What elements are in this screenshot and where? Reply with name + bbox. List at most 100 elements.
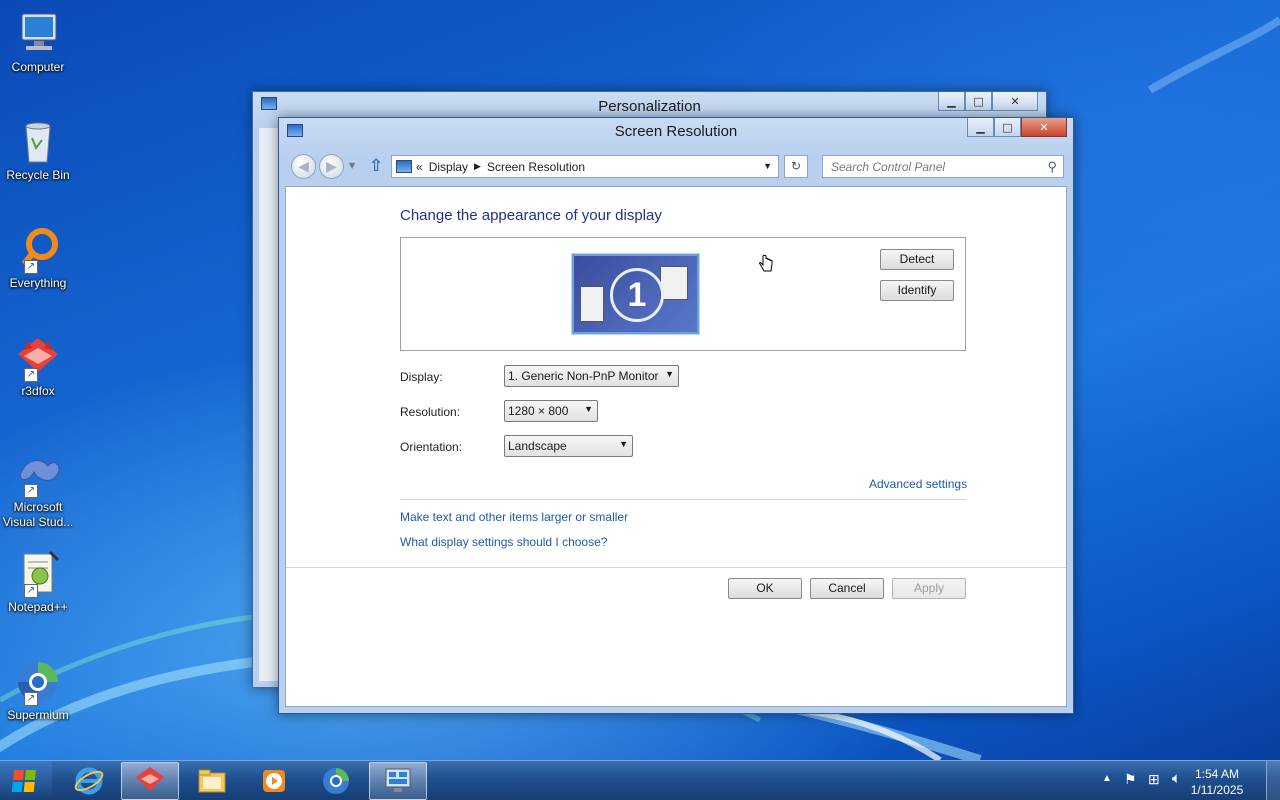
breadcrumb-root-chevron[interactable]: « [416,160,423,174]
minimize-button[interactable]: ▁ [938,92,965,111]
desktop-icon-label: Recycle Bin [6,168,70,182]
desktop-icon-computer[interactable]: Computer [2,10,74,75]
breadcrumb-screen-resolution[interactable]: Screen Resolution [487,160,585,174]
close-button[interactable]: ✕ [992,92,1038,111]
desktop-icon-label: Microsoft Visual Stud... [2,500,74,529]
maximize-button[interactable]: □ [994,118,1021,137]
taskbar-internet-explorer[interactable] [60,762,118,800]
resolution-select-value: 1280 × 800 [508,404,569,418]
desktop-icon-everything[interactable]: ↗ Everything [2,226,74,291]
clock[interactable]: 1:54 AM 1/11/2025 [1182,766,1252,798]
breadcrumb-separator-icon[interactable]: ▶ [474,161,481,172]
address-bar[interactable]: « Display ▶ Screen Resolution ▼ [391,155,779,178]
supermium-icon: ↗ [14,658,62,706]
refresh-button[interactable]: ↻ [784,155,808,178]
taskbar-file-explorer[interactable] [183,762,241,800]
shortcut-arrow-icon: ↗ [24,368,38,382]
close-button[interactable]: ✕ [1021,118,1067,137]
desktop-icon-label: Notepad++ [8,600,68,614]
action-center-flag-icon[interactable]: ⚑ [1124,771,1137,788]
thumbnail-window [580,286,604,322]
taskbar: ▲ ⚑ ⊞ 🔈︎ 1:54 AM 1/11/2025 [0,760,1280,800]
refresh-icon: ↻ [790,159,802,173]
taskbar-control-panel[interactable] [369,762,427,800]
monitor-1-thumbnail[interactable]: 1 [572,254,699,334]
monitor-layout-area: 1 Detect Identify [400,237,966,351]
personalization-title: Personalization [598,98,701,115]
text-size-link[interactable]: Make text and other items larger or smal… [400,510,628,524]
taskbar-supermium[interactable] [307,762,365,800]
show-desktop-button[interactable] [1266,761,1280,800]
visual-studio-icon: ↗ [14,450,62,498]
desktop-icon-supermium[interactable]: ↗ Supermium [2,658,74,723]
content-pane: Change the appearance of your display 1 … [285,186,1067,707]
personalization-content-edge [259,128,279,681]
display-select-value: 1. Generic Non-PnP Monitor [508,369,659,383]
navigation-bar: ◀ ▶ ▼ ⇧ « Display ▶ Screen Resolution ▼ … [287,152,1065,180]
minimize-button[interactable]: ▁ [967,118,994,137]
advanced-settings-link[interactable]: Advanced settings [869,477,967,491]
identify-button[interactable]: Identify [880,280,954,301]
desktop-icon-visual-studio[interactable]: ↗ Microsoft Visual Stud... [2,450,74,530]
address-dropdown-icon[interactable]: ▼ [763,161,772,171]
breadcrumb-display[interactable]: Display [429,160,468,174]
desktop-icon-label: Computer [11,60,65,74]
chevron-down-icon: ▼ [665,369,674,379]
display-select[interactable]: 1. Generic Non-PnP Monitor ▼ [504,365,679,387]
up-one-level-button[interactable]: ⇧ [369,156,383,176]
chevron-down-icon: ▼ [584,404,593,414]
forward-arrow-icon: ▶ [326,158,337,175]
control-panel-icon [396,160,412,173]
orientation-select[interactable]: Landscape ▼ [504,435,633,457]
recent-pages-dropdown[interactable]: ▼ [349,161,355,170]
maximize-button[interactable]: □ [965,92,992,111]
back-arrow-icon: ◀ [298,158,309,175]
computer-icon [14,10,62,58]
desktop-icon-r3dfox[interactable]: ↗ r3dfox [2,334,74,399]
personalization-titlebar[interactable]: Personalization ▁ □ ✕ [253,92,1046,120]
volume-icon[interactable]: 🔈︎ [1172,770,1181,787]
r3dfox-icon: ↗ [14,334,62,382]
desktop-icon-notepadpp[interactable]: ↗ Notepad++ [2,550,74,615]
resolution-select[interactable]: 1280 × 800 ▼ [504,400,598,422]
back-button[interactable]: ◀ [291,154,316,179]
system-tray: ▲ ⚑ ⊞ 🔈︎ 1:54 AM 1/11/2025 [1090,761,1280,800]
clock-date: 1/11/2025 [1190,783,1244,797]
detect-button[interactable]: Detect [880,249,954,270]
desktop-icon-label: Everything [9,276,67,290]
start-button[interactable] [0,761,52,800]
forward-button[interactable]: ▶ [319,154,344,179]
search-input[interactable]: Search Control Panel ⚲ [822,155,1064,178]
screen-resolution-window[interactable]: Screen Resolution ▁ □ ✕ ◀ ▶ ▼ ⇧ « Displa… [278,117,1074,714]
ok-button[interactable]: OK [728,578,802,599]
apply-button[interactable]: Apply [892,578,966,599]
shortcut-arrow-icon: ↗ [24,260,38,274]
windows-logo-icon [11,770,36,792]
desktop-icon-recycle-bin[interactable]: Recycle Bin [2,118,74,183]
desktop-icon-label: Supermium [7,708,69,722]
chevron-down-icon: ▼ [619,439,628,449]
r3dfox-icon [136,767,164,791]
show-hidden-icons-button[interactable]: ▲ [1102,773,1112,784]
page-title: Change the appearance of your display [400,207,662,224]
internet-explorer-icon [74,767,104,795]
file-explorer-icon [198,769,226,793]
display-help-link[interactable]: What display settings should I choose? [400,535,607,549]
taskbar-r3dfox[interactable] [121,762,179,800]
notepadpp-icon: ↗ [14,550,62,598]
desktop-icon-label: r3dfox [21,384,55,398]
divider [400,499,966,500]
taskbar-media-player[interactable] [245,762,303,800]
monitor-number: 1 [610,268,664,322]
orientation-select-value: Landscape [508,439,567,453]
search-icon[interactable]: ⚲ [1047,159,1057,175]
clock-time: 1:54 AM [1194,767,1240,781]
screen-resolution-titlebar[interactable]: Screen Resolution ▁ □ ✕ [279,118,1073,146]
shortcut-arrow-icon: ↗ [24,584,38,598]
window-title: Screen Resolution [614,123,738,140]
orientation-label: Orientation: [400,440,463,454]
recycle-bin-icon [14,118,62,166]
network-icon[interactable]: ⊞ [1148,771,1160,788]
cancel-button[interactable]: Cancel [810,578,884,599]
thumbnail-window [660,266,688,300]
